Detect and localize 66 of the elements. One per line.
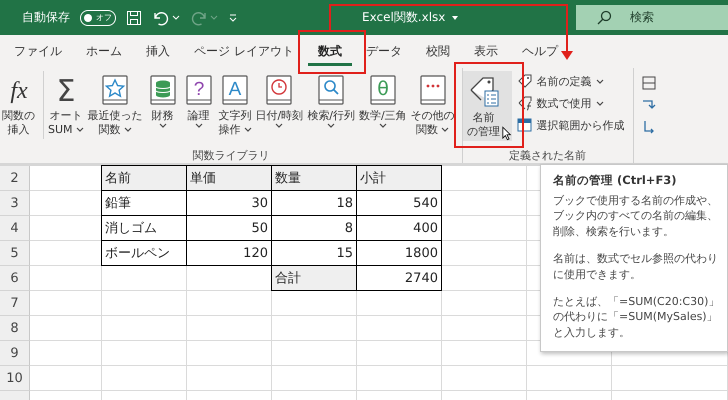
tooltip-text: ブックで使用する名前の作成や、ブック内のすべての名前の編集、削除、検索を行います。: [553, 193, 719, 240]
grid-cell: [30, 341, 102, 366]
grid-cell: [30, 291, 102, 316]
ribbon-tab[interactable]: 表示: [464, 37, 508, 66]
ribbon-tab[interactable]: 校閲: [416, 37, 460, 66]
row-header[interactable]: 9: [0, 341, 30, 366]
ribbon-button[interactable]: 名前 の管理: [462, 71, 512, 140]
chevron-icon[interactable]: [172, 15, 180, 20]
row-header[interactable]: 8: [0, 316, 30, 341]
table-cell: 合計: [271, 265, 357, 291]
autosave-toggle[interactable]: オフ: [80, 10, 116, 26]
ribbon-button[interactable]: ? 論理: [180, 71, 217, 130]
table-cell: ボールペン: [101, 240, 187, 266]
ribbon-small-button[interactable]: 名前の定義: [514, 71, 628, 91]
search-icon: [596, 10, 612, 26]
ribbon-button[interactable]: θ 数学/三角: [356, 71, 409, 130]
tooltip-text: 名前は、数式でセル参照の代わりに使用できます。: [553, 251, 719, 282]
ribbon-button[interactable]: 最近使った 関数: [86, 71, 145, 138]
ribbon-tab[interactable]: ヘルプ: [512, 37, 568, 66]
ribbon-small-button[interactable]: 選択範囲から作成: [514, 115, 628, 135]
tooltip-title: 名前の管理 (Ctrl+F3): [553, 173, 678, 188]
row-header[interactable]: 3: [0, 191, 30, 216]
ribbon-tab[interactable]: データ: [356, 37, 412, 66]
customize-icon[interactable]: [228, 12, 238, 22]
save-icon[interactable]: [126, 10, 142, 26]
table-cell: 2740: [356, 265, 442, 291]
ribbon-tab[interactable]: ページ レイアウト: [184, 37, 304, 66]
grid-cell: [30, 266, 102, 291]
ribbon-small-button[interactable]: 数式で使用: [514, 93, 628, 113]
ribbon-tab[interactable]: 挿入: [136, 37, 180, 66]
undo-icon[interactable]: [152, 10, 170, 26]
function-icon: fx: [2, 74, 34, 106]
tag-formula-icon: [516, 95, 533, 111]
row-header[interactable]: 4: [0, 216, 30, 241]
sigma-icon: Σ: [50, 74, 82, 106]
mouse-pointer-icon: [502, 126, 512, 140]
arrow-icon[interactable]: [642, 120, 656, 134]
ribbon-button[interactable]: その他の 関数: [408, 71, 457, 138]
search-field[interactable]: 検索: [576, 5, 728, 30]
ribbon-button[interactable]: 検索/行列: [305, 71, 357, 130]
ribbon-button[interactable]: fx 関数の 挿入: [0, 71, 44, 138]
ribbon-button[interactable]: A 文字列 操作: [216, 71, 254, 138]
ribbon-tab[interactable]: ファイル: [4, 37, 72, 66]
group-label: 関数ライブラリ: [191, 148, 270, 163]
grid-cell: [30, 316, 102, 341]
tag-icon: [516, 73, 533, 89]
ribbon-button[interactable]: Σ オート SUM: [46, 71, 86, 138]
file-name: Excel関数.xlsx: [362, 9, 446, 26]
row-header[interactable]: 7: [0, 291, 30, 316]
tooltip-text: たとえば、「=SUM(C20:C30)」の代わりに「=SUM(MySales)」と入力します。: [553, 294, 720, 340]
grid-cell: [30, 366, 102, 391]
row-header[interactable]: 6: [0, 266, 30, 291]
row-header[interactable]: 5: [0, 241, 30, 266]
table-cell: 小計: [356, 165, 442, 191]
table-cell: 名前: [101, 165, 187, 191]
row-header[interactable]: 2: [0, 166, 30, 191]
row-header[interactable]: 10: [0, 366, 30, 391]
ribbon-button[interactable]: 財務: [144, 71, 181, 130]
table-cell: 単価: [186, 165, 272, 191]
ribbon-button[interactable]: 日付/時刻: [254, 71, 306, 130]
window-icon[interactable]: [642, 76, 656, 90]
table-cell: 数量: [271, 165, 357, 191]
ribbon-tab[interactable]: ホーム: [76, 37, 132, 66]
group-label: 定義された名前: [508, 148, 588, 163]
autosave-label: 自動保存: [22, 9, 70, 26]
caret-icon[interactable]: [451, 14, 460, 20]
